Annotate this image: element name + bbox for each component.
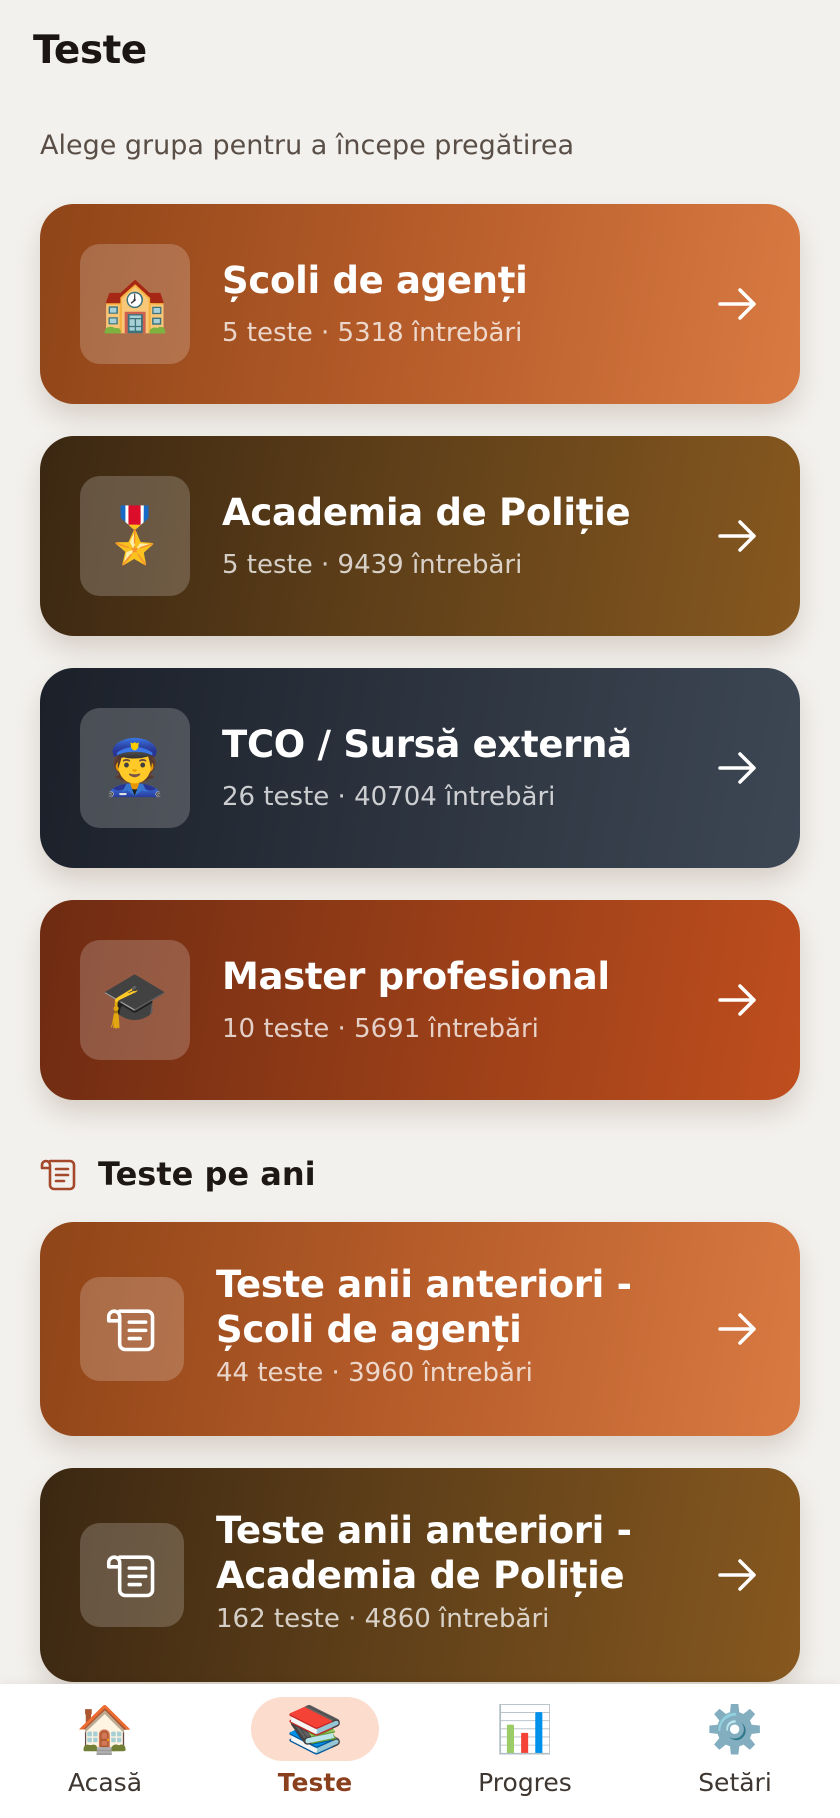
graduation-cap-icon: 🎓	[80, 940, 190, 1060]
arrow-right-icon	[718, 984, 756, 1016]
bottom-navigation: 🏠 Acasă 📚 Teste 📊 Progres ⚙️ Setări	[0, 1684, 840, 1818]
section-heading-teste-pe-ani: Teste pe ani	[40, 1152, 316, 1196]
nav-label: Setări	[698, 1768, 772, 1797]
year-card-meta: 162 teste · 4860 întrebări	[216, 1604, 550, 1634]
group-card-scoli-agenti[interactable]: 🏫 Școli de agenți 5 teste · 5318 întrebă…	[40, 204, 800, 404]
year-card-academia-politie[interactable]: Teste anii anteriori - Academia de Poliț…	[40, 1468, 800, 1682]
group-card-academia-politie[interactable]: 🎖️ Academia de Poliție 5 teste · 9439 în…	[40, 436, 800, 636]
section-heading-label: Teste pe ani	[98, 1155, 316, 1193]
year-card-meta: 44 teste · 3960 întrebări	[216, 1358, 533, 1388]
page-title: Teste	[33, 28, 147, 73]
arrow-right-icon	[718, 288, 756, 320]
year-card-title: Teste anii anteriori - Școli de agenți	[216, 1263, 632, 1351]
arrow-right-icon	[718, 520, 756, 552]
arrow-right-icon	[718, 752, 756, 784]
nav-item-acasa[interactable]: 🏠 Acasă	[0, 1684, 210, 1818]
arrow-right-icon	[718, 1559, 756, 1591]
nav-label: Progres	[478, 1768, 572, 1797]
group-meta: 26 teste · 40704 întrebări	[222, 782, 556, 812]
group-meta: 5 teste · 9439 întrebări	[222, 550, 523, 580]
school-icon: 🏫	[80, 244, 190, 364]
year-card-scoli-agenti[interactable]: Teste anii anteriori - Școli de agenți 4…	[40, 1222, 800, 1436]
nav-label: Teste	[277, 1768, 353, 1797]
page-subtitle: Alege grupa pentru a începe pregătirea	[40, 130, 575, 161]
nav-item-teste[interactable]: 📚 Teste	[210, 1684, 420, 1818]
group-title: Master profesional	[222, 955, 610, 998]
books-icon: 📚	[286, 1702, 344, 1756]
scroll-icon	[80, 1277, 184, 1381]
group-title: TCO / Sursă externă	[222, 723, 632, 766]
year-card-title: Teste anii anteriori - Academia de Poliț…	[216, 1509, 632, 1597]
house-icon: 🏠	[76, 1702, 134, 1756]
medal-icon: 🎖️	[80, 476, 190, 596]
group-title: Academia de Poliție	[222, 491, 631, 534]
group-meta: 10 teste · 5691 întrebări	[222, 1014, 539, 1044]
scroll-icon	[40, 1159, 76, 1191]
nav-label: Acasă	[67, 1768, 143, 1797]
scroll-icon	[80, 1523, 184, 1627]
gear-icon: ⚙️	[706, 1702, 764, 1756]
nav-item-progres[interactable]: 📊 Progres	[420, 1684, 630, 1818]
group-card-tco[interactable]: 👮 TCO / Sursă externă 26 teste · 40704 î…	[40, 668, 800, 868]
bar-chart-icon: 📊	[496, 1702, 554, 1756]
nav-item-setari[interactable]: ⚙️ Setări	[630, 1684, 840, 1818]
group-card-master-profesional[interactable]: 🎓 Master profesional 10 teste · 5691 înt…	[40, 900, 800, 1100]
group-meta: 5 teste · 5318 întrebări	[222, 318, 523, 348]
group-title: Școli de agenți	[222, 259, 528, 302]
police-officer-icon: 👮	[80, 708, 190, 828]
arrow-right-icon	[718, 1313, 756, 1345]
